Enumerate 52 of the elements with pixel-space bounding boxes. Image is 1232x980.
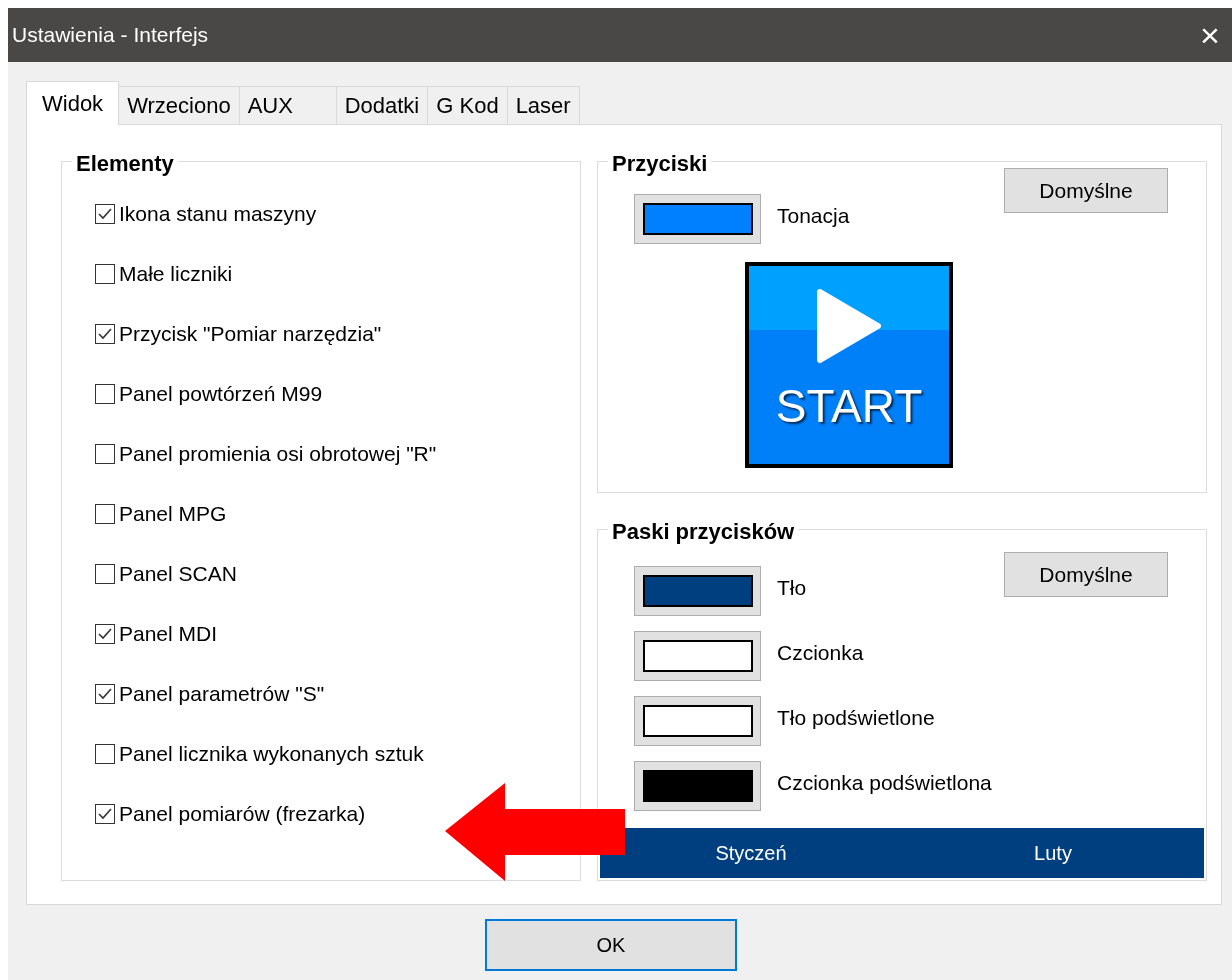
color-label: Czcionka: [777, 640, 864, 666]
color-picker-button[interactable]: [634, 761, 761, 811]
tab[interactable]: G Kod: [428, 86, 508, 124]
start-label: START: [775, 379, 923, 434]
color-label: Tonacja: [777, 203, 850, 229]
checkmark-icon: [97, 326, 113, 342]
color-picker-button[interactable]: [634, 566, 761, 616]
color-label: Czcionka podświetlona: [777, 770, 992, 796]
checkbox[interactable]: [95, 804, 115, 824]
checkbox-label: Małe liczniki: [119, 261, 233, 288]
tab[interactable]: Dodatki: [336, 86, 429, 124]
color-picker-button[interactable]: [634, 194, 761, 244]
checkbox-label: Panel SCAN: [119, 561, 237, 588]
checkbox-label: Panel MPG: [119, 501, 227, 528]
default-button[interactable]: Domyślne: [1004, 552, 1168, 597]
color-label: Tło podświetlone: [777, 705, 935, 731]
bar-item-label: Styczeń: [714, 841, 788, 866]
checkbox[interactable]: [95, 264, 115, 284]
close-button[interactable]: ×: [1190, 18, 1230, 52]
checkbox[interactable]: [95, 684, 115, 704]
checkbox-label: Panel pomiarów (frezarka): [119, 801, 366, 828]
checkbox-label: Panel licznika wykonanych sztuk: [119, 741, 424, 768]
checkbox-label: Przycisk "Pomiar narzędzia": [119, 321, 382, 348]
tab[interactable]: Laser: [507, 86, 580, 124]
checkbox-label: Panel parametrów "S": [119, 681, 325, 708]
tab[interactable]: Wrzeciono: [119, 86, 240, 124]
checkbox[interactable]: [95, 384, 115, 404]
default-button[interactable]: Domyślne: [1004, 168, 1168, 213]
checkmark-icon: [97, 626, 113, 642]
checkbox[interactable]: [95, 564, 115, 584]
checkbox[interactable]: [95, 204, 115, 224]
checkmark-icon: [97, 806, 113, 822]
checkbox-label: Panel promienia osi obrotowej "R": [119, 441, 437, 468]
checkmark-icon: [97, 206, 113, 222]
checkbox-label: Panel MDI: [119, 621, 218, 648]
color-label: Tło: [777, 575, 807, 601]
color-picker-button[interactable]: [634, 696, 761, 746]
color-picker-button[interactable]: [634, 631, 761, 681]
bar-item-label: Luty: [1033, 841, 1073, 866]
checkmark-icon: [97, 686, 113, 702]
window-title: Ustawienia - Interfejs: [12, 22, 209, 49]
play-icon: [816, 288, 882, 364]
checkbox-label: Ikona stanu maszyny: [119, 201, 317, 228]
checkbox[interactable]: [95, 744, 115, 764]
checkbox[interactable]: [95, 624, 115, 644]
ok-button[interactable]: OK: [485, 919, 737, 971]
checkbox[interactable]: [95, 504, 115, 524]
checkbox[interactable]: [95, 324, 115, 344]
tab[interactable]: AUX: [239, 86, 337, 124]
tab[interactable]: Widok: [26, 81, 120, 125]
checkbox-label: Panel powtórzeń M99: [119, 381, 323, 408]
checkbox[interactable]: [95, 444, 115, 464]
